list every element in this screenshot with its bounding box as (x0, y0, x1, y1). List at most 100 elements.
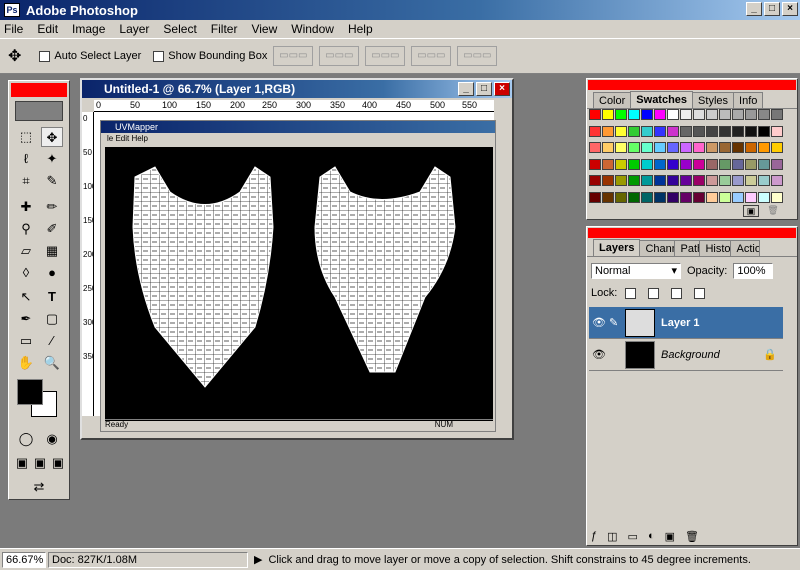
close-button[interactable]: × (782, 2, 798, 16)
menu-edit[interactable]: Edit (37, 22, 58, 36)
menu-window[interactable]: Window (291, 22, 334, 36)
pen-icon[interactable]: ✒ (15, 309, 37, 329)
color-swatch[interactable] (680, 175, 692, 186)
color-swatch[interactable] (589, 125, 601, 137)
eye-icon[interactable]: 👁 (589, 316, 609, 329)
lock-all-checkbox[interactable] (694, 287, 706, 299)
color-swatch[interactable] (771, 191, 783, 203)
color-swatch[interactable] (641, 175, 653, 186)
color-swatch[interactable] (693, 191, 705, 203)
color-swatch[interactable] (732, 125, 744, 137)
align-left-button[interactable]: ▭▭▭ (365, 46, 406, 66)
color-swatch[interactable] (732, 191, 744, 203)
color-swatch[interactable] (667, 175, 679, 186)
color-swatch[interactable] (641, 191, 653, 203)
color-swatch[interactable] (628, 191, 640, 203)
color-swatch[interactable] (680, 191, 692, 203)
color-swatch[interactable] (602, 158, 614, 170)
tab-swatches[interactable]: Swatches (630, 91, 694, 108)
tab-paths[interactable]: Paths (674, 240, 701, 256)
color-swatch[interactable] (628, 175, 640, 186)
color-swatch[interactable] (693, 125, 705, 137)
color-swatch[interactable] (628, 142, 640, 153)
layer-row-layer1[interactable]: 👁 ✎ Layer 1 (589, 307, 783, 339)
delete-layer-icon[interactable]: 🗑 (685, 530, 699, 543)
eyedropper-icon[interactable]: ⁄ (41, 331, 63, 351)
foreground-color-swatch[interactable] (17, 379, 43, 405)
color-swatch[interactable] (719, 158, 731, 170)
color-swatch[interactable] (667, 125, 679, 137)
color-swatch[interactable] (745, 142, 757, 153)
color-swatch[interactable] (758, 142, 770, 153)
type-icon[interactable]: T (41, 287, 63, 307)
color-swatch[interactable] (589, 158, 601, 170)
move-tool-icon[interactable]: ✥ (8, 46, 21, 66)
color-swatch[interactable] (732, 175, 744, 186)
color-swatch[interactable] (589, 142, 601, 153)
color-swatch[interactable] (745, 109, 757, 120)
color-swatch[interactable] (719, 175, 731, 186)
tab-layers[interactable]: Layers (593, 239, 641, 256)
color-swatch[interactable] (628, 109, 640, 120)
tab-color[interactable]: Color (593, 92, 632, 108)
color-swatch[interactable] (693, 142, 705, 153)
color-swatch[interactable] (745, 175, 757, 186)
color-swatch[interactable] (680, 109, 692, 120)
history-brush-icon[interactable]: ✐ (41, 219, 63, 239)
color-swatch[interactable] (706, 158, 718, 170)
color-swatch[interactable] (667, 109, 679, 120)
color-swatch[interactable] (641, 125, 653, 137)
color-swatch[interactable] (615, 125, 627, 137)
blend-mode-select[interactable]: Normal ▾ (591, 263, 681, 279)
color-swatch[interactable] (693, 158, 705, 170)
color-swatch[interactable] (628, 125, 640, 137)
color-swatch[interactable] (771, 142, 783, 153)
marquee-icon[interactable]: ⬚ (15, 127, 37, 147)
color-swatch[interactable] (615, 109, 627, 120)
color-swatch[interactable] (654, 142, 666, 153)
menu-help[interactable]: Help (348, 22, 373, 36)
quickmask-on-icon[interactable]: ◉ (41, 429, 63, 449)
color-swatch[interactable] (602, 109, 614, 120)
slice-icon[interactable]: ✎ (41, 171, 63, 191)
tab-styles[interactable]: Styles (692, 92, 735, 108)
eye-icon[interactable]: 👁 (589, 348, 609, 361)
lock-position-checkbox[interactable] (671, 287, 683, 299)
color-swatch[interactable] (732, 142, 744, 153)
color-swatch[interactable] (615, 158, 627, 170)
menu-view[interactable]: View (251, 22, 277, 36)
screen-mode-1-icon[interactable]: ▣ (13, 453, 31, 473)
distribute-h-button[interactable]: ▭▭▭ (457, 46, 498, 66)
color-swatch[interactable] (641, 158, 653, 170)
color-swatch[interactable] (758, 158, 770, 170)
opacity-input[interactable]: 100% (733, 263, 774, 279)
gradient-icon[interactable]: ▦ (41, 241, 63, 261)
adjustment-layer-icon[interactable]: ◐ (648, 530, 655, 543)
color-swatch[interactable] (693, 109, 705, 120)
color-swatch[interactable] (654, 175, 666, 186)
layer-name[interactable]: Layer 1 (661, 317, 700, 329)
notes-icon[interactable]: ▭ (15, 331, 37, 351)
color-swatch[interactable] (680, 142, 692, 153)
color-swatch[interactable] (667, 158, 679, 170)
new-set-icon[interactable]: ▭ (628, 530, 638, 543)
distribute-button[interactable]: ▭▭▭ (411, 46, 452, 66)
color-swatch[interactable] (771, 175, 783, 186)
color-swatch[interactable] (758, 175, 770, 186)
add-mask-icon[interactable]: ◫ (607, 530, 617, 543)
color-swatch[interactable] (706, 191, 718, 203)
layer-row-background[interactable]: 👁 Background 🔒 (589, 339, 783, 371)
color-swatch[interactable] (706, 175, 718, 186)
align-top-button[interactable]: ▭▭▭ (273, 46, 314, 66)
color-swatch[interactable] (758, 109, 770, 120)
doc-info[interactable]: Doc: 827K/1.08M (48, 551, 248, 568)
show-bbox-checkbox[interactable] (153, 50, 165, 62)
color-swatch[interactable] (719, 109, 731, 120)
stamp-icon[interactable]: ⚲ (15, 219, 37, 239)
color-swatch[interactable] (654, 191, 666, 203)
color-swatch[interactable] (771, 109, 783, 120)
color-swatch[interactable] (680, 125, 692, 137)
color-swatch[interactable] (758, 191, 770, 203)
lock-image-checkbox[interactable] (648, 287, 660, 299)
color-swatch[interactable] (602, 125, 614, 137)
